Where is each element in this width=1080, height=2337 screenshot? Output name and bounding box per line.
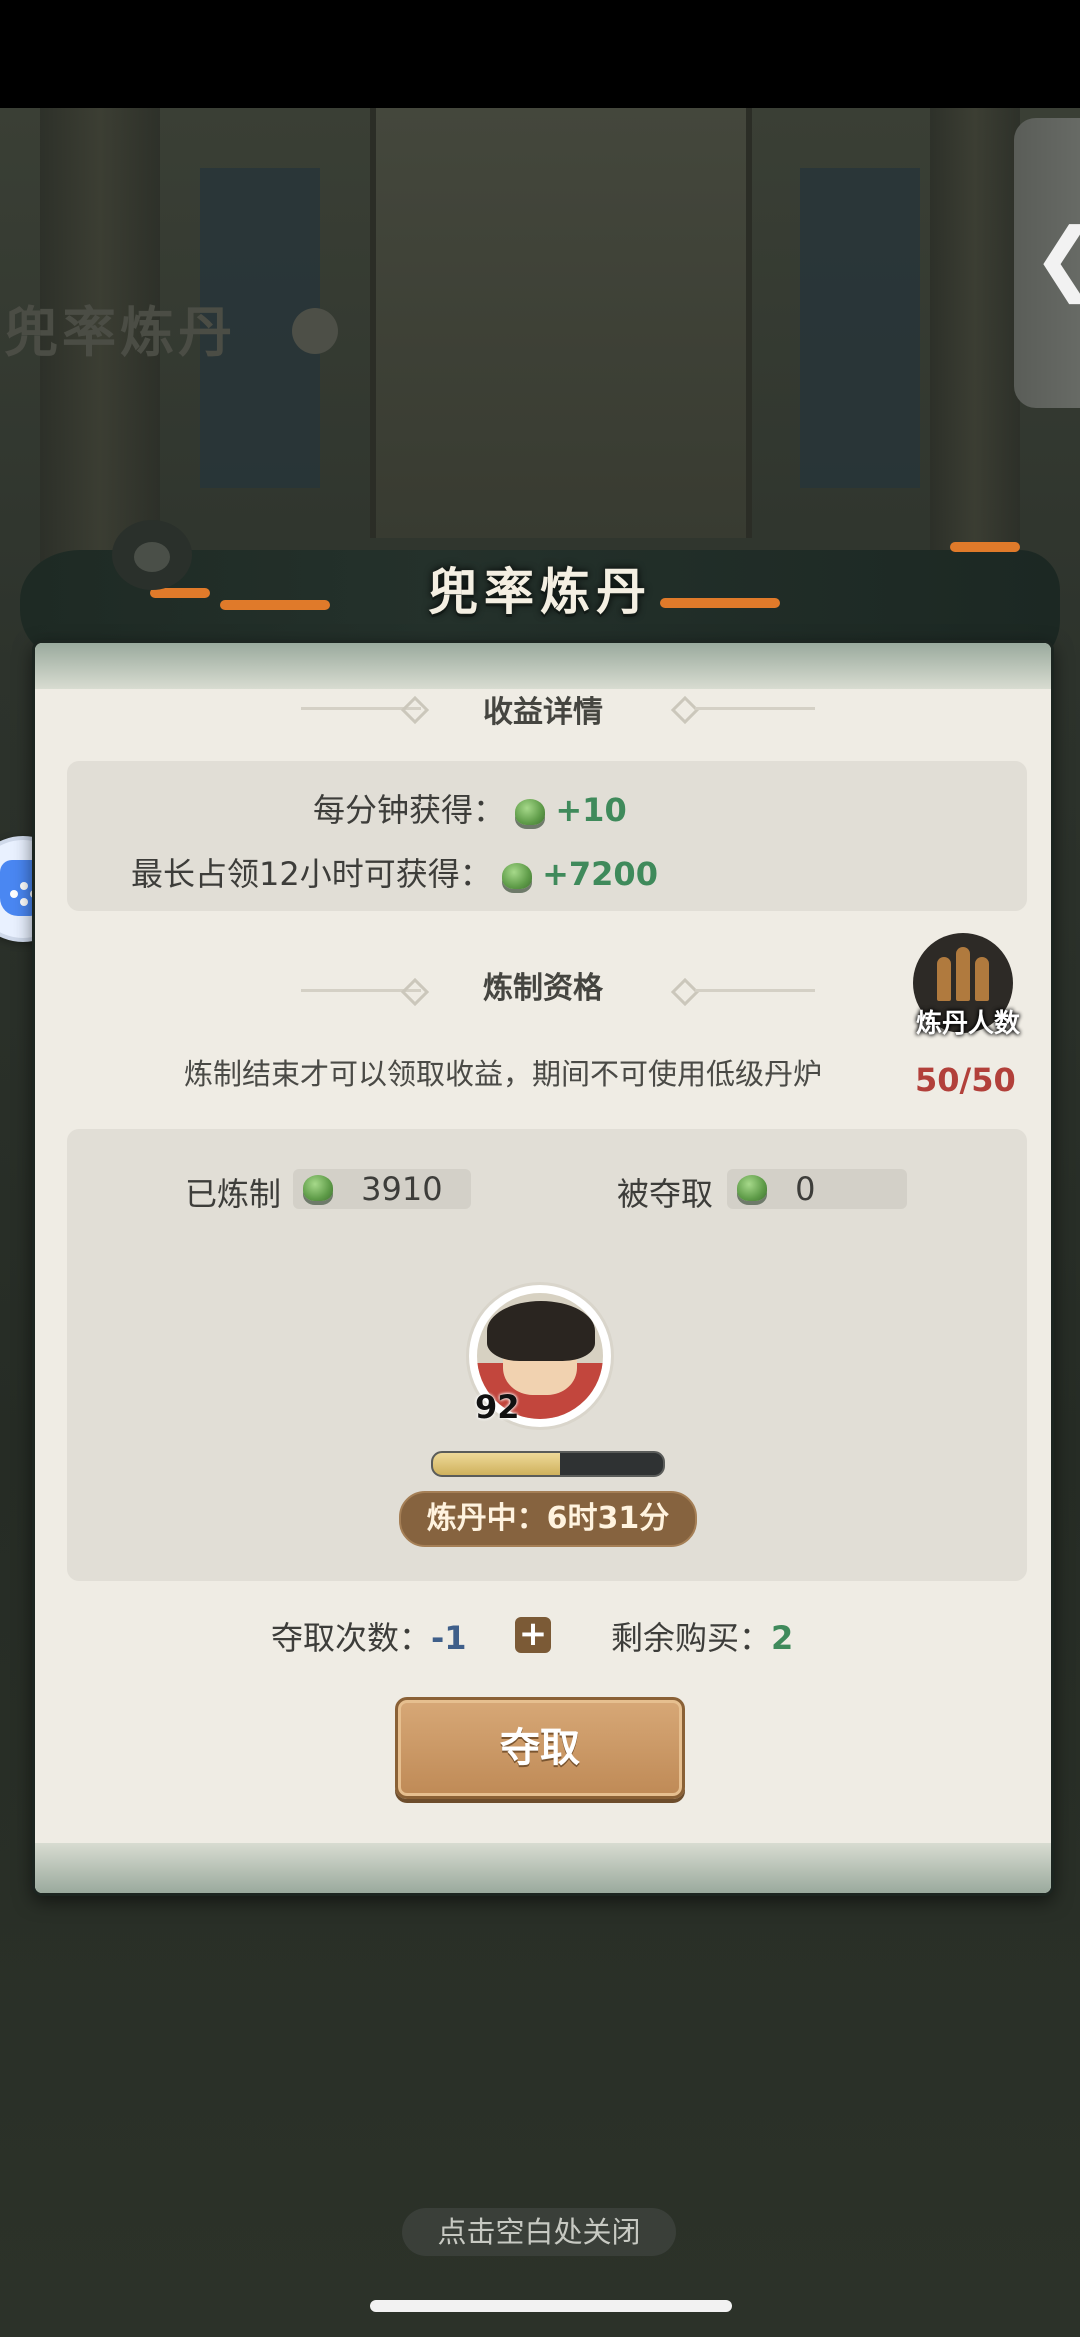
status-bar [0, 0, 1080, 108]
rob-count-label: 夺取次数： [271, 1619, 432, 1657]
remaining-purchases-value: 2 [771, 1619, 794, 1657]
income-section-title: 收益详情 [483, 695, 603, 730]
add-rob-count-button[interactable]: + [515, 1617, 551, 1653]
max-income-label: 最长占领12小时可获得： [131, 855, 492, 893]
jade-gem-icon [303, 1175, 333, 1201]
qualification-note: 炼制结束才可以领取收益，期间不可使用低级丹炉 [183, 1057, 822, 1091]
background-door [370, 108, 752, 538]
income-per-minute: 每分钟获得： +10 [313, 785, 627, 831]
chevron-left-icon: ❮ [1032, 218, 1080, 298]
divider [695, 989, 815, 992]
refined-value: 3910 [361, 1170, 443, 1208]
rob-count: 夺取次数：-1 [271, 1613, 467, 1659]
refined-field: 3910 [293, 1169, 471, 1209]
refining-dialog: 收益详情 每分钟获得： +10 最长占领12小时可获得： +7200 炼制资格 … [32, 640, 1054, 1896]
robbed-field: 0 [727, 1169, 907, 1209]
refining-status-pill: 炼丹中：6时31分 [399, 1491, 697, 1547]
per-minute-value: +10 [555, 791, 627, 829]
help-icon [292, 308, 338, 354]
flame-decoration [950, 542, 1020, 552]
close-hint[interactable]: 点击空白处关闭 [402, 2208, 676, 2256]
jade-gem-icon [515, 799, 546, 825]
refiner-count-label: 炼丹人数 [915, 1009, 1020, 1039]
cloud-border-top [35, 643, 1051, 689]
refining-progress-bar [431, 1451, 665, 1477]
side-collapse-tab[interactable]: ❮ [1014, 118, 1080, 408]
rob-count-value: -1 [431, 1619, 467, 1657]
background-window [800, 168, 920, 488]
player-level: 92 [475, 1388, 520, 1426]
remaining-purchases-label: 剩余购买： [611, 1619, 772, 1657]
jade-gem-icon [501, 863, 532, 889]
refined-label: 已炼制 [185, 1175, 282, 1213]
rob-button[interactable]: 夺取 [395, 1697, 685, 1799]
jade-gem-icon [737, 1175, 767, 1201]
home-indicator[interactable] [370, 2300, 732, 2312]
qualification-section-title: 炼制资格 [483, 971, 603, 1006]
remaining-purchases: 剩余购买：2 [611, 1613, 793, 1659]
robbed-label: 被夺取 [617, 1175, 714, 1213]
cloud-border-bottom [35, 1843, 1051, 1893]
max-income-value: +7200 [542, 855, 658, 893]
divider [695, 707, 815, 710]
per-minute-label: 每分钟获得： [313, 791, 506, 829]
income-max: 最长占领12小时可获得： +7200 [131, 849, 658, 895]
refiner-count-badge[interactable]: 炼丹人数 [903, 933, 1023, 1053]
refining-progress-fill [433, 1453, 560, 1475]
refiner-count-value: 50/50 [915, 1061, 1016, 1099]
background-title: 兜率炼丹 [4, 301, 236, 364]
robbed-value: 0 [795, 1170, 816, 1208]
income-box: 每分钟获得： +10 最长占领12小时可获得： +7200 [67, 761, 1027, 911]
dialog-title: 兜率炼丹 [428, 563, 652, 621]
